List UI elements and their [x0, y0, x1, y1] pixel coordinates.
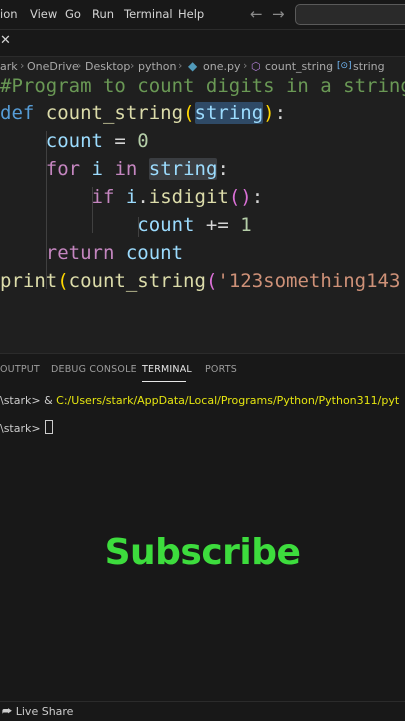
terminal-prompt: \stark> [0, 422, 45, 435]
menu-run[interactable]: Run [92, 7, 114, 21]
breadcrumb-file[interactable]: one.py [203, 60, 240, 73]
live-share-label: Live Share [15, 705, 74, 718]
breadcrumb-separator: › [20, 59, 25, 72]
breadcrumb-separator: › [178, 59, 183, 72]
code-line-7: return count [45, 242, 184, 264]
python-file-icon: ◆ [188, 59, 198, 73]
breadcrumb-onedrive[interactable]: OneDrive [27, 60, 79, 73]
menu-bar: ion View Go Run Terminal Help ← → [0, 0, 405, 30]
back-arrow-icon[interactable]: ← [250, 5, 263, 23]
subscribe-overlay: Subscribe [104, 532, 301, 573]
active-tab-indicator [142, 381, 186, 382]
menu-help[interactable]: Help [178, 7, 204, 21]
tab-debug-console[interactable]: DEBUG CONSOLE [51, 364, 137, 375]
live-share-icon: ⮫ [2, 705, 13, 718]
forward-arrow-icon[interactable]: → [272, 5, 285, 23]
menu-selection[interactable]: ion [0, 7, 18, 21]
breadcrumb-separator: › [328, 59, 333, 72]
tab-strip [0, 30, 405, 57]
close-tab-icon[interactable]: ✕ [0, 33, 11, 48]
breadcrumb: ark › OneDrive › Desktop › python › ◆ on… [0, 57, 405, 77]
tab-output[interactable]: OUTPUT [0, 364, 40, 375]
live-share-button[interactable]: ⮫ Live Share [2, 705, 73, 719]
menu-go[interactable]: Go [65, 7, 81, 21]
code-line-4: for i in string: [45, 158, 229, 180]
breadcrumb-separator: › [243, 59, 248, 72]
command-center-search[interactable] [295, 4, 405, 25]
terminal-command-path: C:/Users/stark/AppData/Local/Programs/Py… [56, 394, 400, 407]
breadcrumb-separator: › [77, 59, 82, 72]
tab-terminal[interactable]: TERMINAL [142, 364, 192, 375]
code-line-1: #Program to count digits in a string [0, 77, 405, 97]
terminal-line-1: \stark> & C:/Users/stark/AppData/Local/P… [0, 394, 399, 407]
terminal-line-2[interactable]: \stark> [0, 420, 54, 435]
bottom-panel: OUTPUT DEBUG CONSOLE TERMINAL PORTS \sta… [0, 353, 405, 702]
breadcrumb-desktop[interactable]: Desktop [85, 60, 130, 73]
terminal-prompt: \stark> & [0, 394, 57, 407]
code-line-2: def count_string(string): [0, 102, 287, 124]
code-editor[interactable]: #Program to count digits in a string def… [0, 77, 405, 353]
breadcrumb-function[interactable]: count_string [265, 60, 333, 73]
menu-view[interactable]: View [30, 7, 57, 21]
code-line-5: if i.isdigit(): [91, 186, 264, 208]
code-line-8: print(count_string('123something143 [0, 270, 401, 292]
terminal-cursor [45, 420, 54, 434]
breadcrumb-python[interactable]: python [138, 60, 176, 73]
variable-symbol-icon: [⊙] [337, 61, 352, 71]
code-line-6: count += 1 [137, 214, 252, 236]
breadcrumb-user[interactable]: ark [0, 60, 18, 73]
tab-ports[interactable]: PORTS [205, 364, 237, 375]
breadcrumb-variable[interactable]: string [353, 60, 385, 73]
breadcrumb-separator: › [130, 59, 135, 72]
function-symbol-icon: ⬡ [251, 60, 261, 73]
menu-terminal[interactable]: Terminal [124, 7, 173, 21]
status-bar: ⮫ Live Share [0, 701, 405, 721]
code-line-3: count = 0 [45, 130, 149, 152]
